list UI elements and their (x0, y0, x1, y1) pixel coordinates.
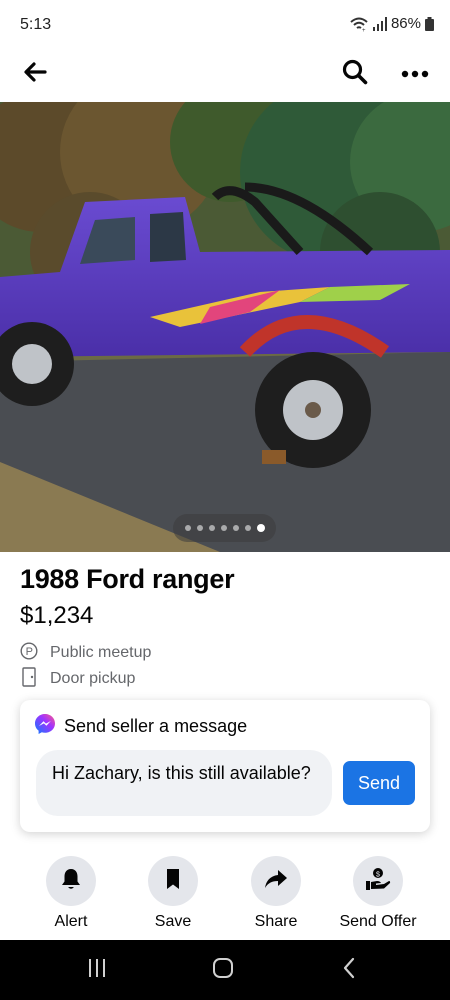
parking-icon: P (20, 641, 38, 665)
option-door-pickup: Door pickup (20, 666, 136, 692)
status-bar: 5:13 + 86% (0, 0, 450, 48)
door-icon (20, 666, 38, 692)
listing-title: 1988 Ford ranger (20, 564, 235, 594)
listing-price: $1,234 (20, 602, 94, 629)
pager-dot[interactable] (220, 525, 227, 531)
save-circle[interactable] (148, 856, 198, 906)
signal-icon (372, 16, 387, 31)
pager-dot[interactable] (208, 525, 215, 531)
home-icon (212, 957, 234, 984)
truck-photo-illustration (0, 102, 450, 552)
share-circle[interactable] (251, 856, 301, 906)
share-icon (264, 869, 288, 894)
save-label: Save (154, 913, 192, 930)
message-header-label: Send seller a message (64, 716, 248, 736)
pager-dot[interactable] (232, 525, 239, 531)
message-input[interactable]: Hi Zachary, is this still available? (36, 750, 332, 816)
message-seller-card: Send seller a message Hi Zachary, is thi… (20, 700, 430, 832)
message-header: Send seller a message (34, 713, 247, 740)
pager-dot[interactable] (244, 525, 251, 531)
back-button[interactable] (13, 52, 57, 96)
system-back-icon (342, 957, 356, 984)
action-bar: Alert Save Share $ Send Offer (0, 856, 450, 940)
status-indicators: + 86% (349, 15, 434, 32)
send-offer-circle[interactable]: $ (353, 856, 403, 906)
system-back-button[interactable] (329, 956, 369, 984)
search-icon (342, 59, 368, 90)
option-label: Door pickup (50, 670, 136, 687)
status-time: 5:13 (20, 16, 52, 33)
save-button[interactable]: Save (123, 856, 223, 931)
pager-dot-active[interactable] (256, 524, 265, 532)
battery-percent: 86% (390, 15, 421, 32)
wifi-icon: + (349, 16, 369, 32)
photo-pager[interactable] (173, 514, 276, 542)
bookmark-icon (165, 868, 181, 895)
more-button[interactable] (393, 52, 437, 96)
search-button[interactable] (333, 52, 377, 96)
pager-dot[interactable] (196, 525, 203, 531)
svg-text:$: $ (376, 871, 380, 878)
option-label: Public meetup (50, 644, 152, 661)
svg-text:+: + (362, 28, 366, 32)
arrow-left-icon (23, 61, 47, 87)
messenger-icon (34, 713, 56, 740)
more-horizontal-icon (401, 65, 429, 83)
share-button[interactable]: Share (226, 856, 326, 931)
alert-label: Alert (54, 913, 88, 930)
recent-apps-button[interactable] (77, 956, 117, 984)
alert-circle[interactable] (46, 856, 96, 906)
home-button[interactable] (203, 956, 243, 984)
send-offer-button[interactable]: $ Send Offer (328, 856, 428, 931)
listing-photo[interactable] (0, 102, 450, 552)
bell-icon (60, 867, 82, 896)
svg-text:P: P (26, 646, 33, 658)
pager-dot[interactable] (184, 525, 191, 531)
battery-icon (425, 16, 434, 31)
top-nav (0, 48, 450, 102)
send-button[interactable]: Send (343, 761, 415, 805)
alert-button[interactable]: Alert (21, 856, 121, 931)
recent-apps-icon (87, 958, 107, 983)
option-public-meetup: P Public meetup (20, 641, 151, 665)
send-offer-icon: $ (365, 867, 391, 896)
system-nav-bar (0, 940, 450, 1000)
share-label: Share (254, 913, 298, 930)
send-offer-label: Send Offer (339, 913, 417, 930)
